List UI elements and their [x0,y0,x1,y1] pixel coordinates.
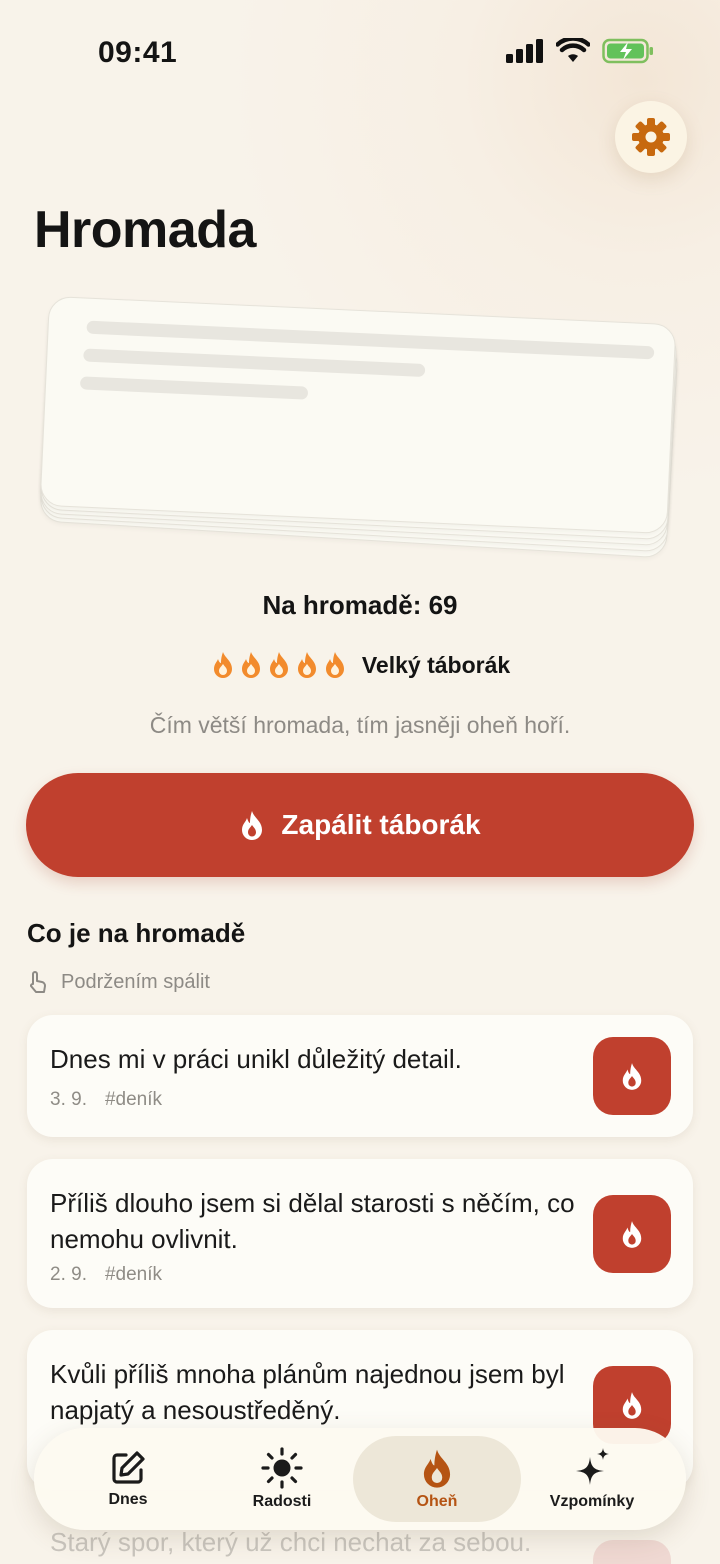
flame-icon [241,652,260,678]
status-time: 09:41 [98,36,178,69]
entry-date: 2. 9. [50,1264,87,1285]
edit-icon [112,1451,145,1484]
entry-text: Příliš dlouho jsem si dělal starosti s n… [50,1188,575,1254]
page-title: Hromada [34,201,256,259]
pile-hint: Čím větší hromada, tím jasněji oheň hoří… [149,712,571,738]
cellular-signal-icon [506,39,543,63]
flame-icon [622,1063,642,1090]
flame-icon [325,652,344,678]
burn-entry-button[interactable] [593,1037,671,1115]
burn-entry-button[interactable] [593,1195,671,1273]
tab-bar: Dnes Radosti Oheň Vzpomínky [34,1428,686,1530]
pile-count: Na hromadě: 69 [262,590,458,620]
flame-icon [622,1221,642,1248]
battery-charging-icon [602,38,653,64]
tab-label: Vzpomínky [549,1493,635,1510]
fire-level: Velký táborák [0,650,720,680]
tab-radosti[interactable]: Radosti [198,1436,366,1522]
entry-tag: #deník [104,1089,163,1110]
flame-icon [423,1449,451,1488]
hand-tap-icon [30,971,46,993]
status-icons [506,38,654,64]
status-bar: 09:41 [0,0,720,100]
long-press-hint: Podržením spálit [27,970,210,994]
entry-meta: 2. 9. #deník [50,1264,162,1286]
flame-icon [297,652,316,678]
entry-date: 3. 9. [50,1089,87,1110]
pile-illustration [30,280,690,580]
entry-text: Kvůli příliš mnoha plánům najednou jsem … [50,1359,565,1425]
entry-text-faded: Starý spor, který už chci nechat za sebo… [50,1527,532,1557]
pile-line [83,348,426,377]
entry-meta: 3. 9. #deník [50,1089,162,1111]
long-press-hint-text: Podržením spálit [61,970,210,993]
sun-icon [261,1447,303,1489]
tab-label: Oheň [416,1493,458,1510]
flame-icon [213,652,232,678]
fire-level-flames [210,650,348,680]
flame-icon [242,811,263,840]
settings-button[interactable] [615,101,687,173]
list-item[interactable]: Dnes mi v práci unikl důležitý detail. 3… [27,1015,693,1137]
list-item[interactable]: Příliš dlouho jsem si dělal starosti s n… [27,1159,693,1308]
tab-ohen[interactable]: Oheň [353,1436,521,1522]
tab-dnes[interactable]: Dnes [44,1436,212,1522]
tab-label: Dnes [108,1491,148,1508]
wifi-icon [556,38,590,62]
tab-vzpominky[interactable]: Vzpomínky [508,1436,676,1522]
entry-tag: #deník [104,1264,163,1285]
tab-label: Radosti [252,1493,312,1510]
section-title: Co je na hromadě [27,918,246,948]
fire-level-label: Velký táborák [361,651,511,678]
pile-line [79,376,309,400]
sparkles-icon [576,1448,609,1485]
ignite-campfire-button[interactable]: Zapálit táborák [26,773,694,877]
entry-text: Dnes mi v práci unikl důležitý detail. [50,1044,462,1074]
flame-icon [269,652,288,678]
gear-icon [632,118,670,156]
burn-entry-button-faded [593,1540,671,1564]
pile-card-top [39,295,677,535]
flame-icon [622,1392,642,1419]
ignite-campfire-label: Zapálit táborák [281,809,481,840]
